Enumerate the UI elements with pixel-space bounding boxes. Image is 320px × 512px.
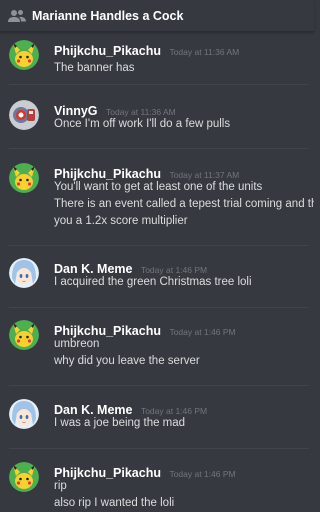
message-divider: [9, 148, 309, 149]
timestamp: Today at 11:36 AM: [169, 47, 240, 57]
message-divider: [9, 385, 309, 386]
pikachu-avatar[interactable]: [9, 40, 39, 70]
timestamp: Today at 1:46 PM: [140, 265, 208, 275]
pikachu-avatar[interactable]: [9, 462, 39, 492]
message-header: Phijkchu_Pikachu Today at 1:46 PM: [54, 464, 236, 482]
author-name[interactable]: Phijkchu_Pikachu: [54, 324, 161, 338]
timestamp: Today at 1:46 PM: [140, 406, 208, 416]
message-text: The banner has: [54, 62, 135, 74]
message-text: There is an event called a tepest trial …: [54, 198, 314, 210]
message-divider: [9, 84, 309, 85]
timestamp: Today at 1:46 PM: [169, 469, 236, 479]
pikachu-avatar[interactable]: [9, 320, 39, 350]
message-text: rip: [54, 480, 67, 492]
anime-girl-avatar[interactable]: [9, 399, 39, 429]
channel-header: Marianne Handles a Cock: [0, 0, 314, 32]
message-divider: [9, 448, 309, 449]
message-divider: [9, 307, 309, 308]
author-name[interactable]: Dan K. Meme: [54, 403, 133, 417]
vinnyg-avatar[interactable]: [9, 100, 39, 130]
pikachu-avatar[interactable]: [9, 163, 39, 193]
message-text: umbreon: [54, 338, 100, 350]
author-name[interactable]: Dan K. Meme: [54, 262, 133, 276]
message-text: You'll want to get at least one of the u…: [54, 181, 263, 193]
message-text: Once I'm off work I'll do a few pulls: [54, 118, 231, 130]
author-name[interactable]: Phijkchu_Pikachu: [54, 466, 161, 480]
message-text: you a 1.2x score multiplier: [54, 215, 188, 227]
anime-girl-avatar[interactable]: [9, 258, 39, 288]
timestamp: Today at 11:37 AM: [169, 170, 240, 180]
timestamp: Today at 11:36 AM: [105, 107, 176, 117]
message-text: why did you leave the server: [54, 355, 200, 367]
message-text: I was a joe being the mad: [54, 417, 186, 429]
message-text: I acquired the green Christmas tree loli: [54, 276, 252, 288]
message-text: also rip I wanted the loli: [54, 497, 175, 509]
message-list: Phijkchu_Pikachu Today at 11:36 AM The b…: [0, 32, 314, 512]
message-divider: [9, 245, 309, 246]
people-icon: [8, 9, 26, 22]
author-name[interactable]: VinnyG: [54, 104, 98, 118]
timestamp: Today at 1:46 PM: [169, 327, 236, 337]
message-header: Phijkchu_Pikachu Today at 11:36 AM: [54, 42, 239, 60]
channel-title: Marianne Handles a Cock: [32, 8, 184, 23]
author-name[interactable]: Phijkchu_Pikachu: [54, 167, 161, 181]
author-name[interactable]: Phijkchu_Pikachu: [54, 44, 161, 58]
